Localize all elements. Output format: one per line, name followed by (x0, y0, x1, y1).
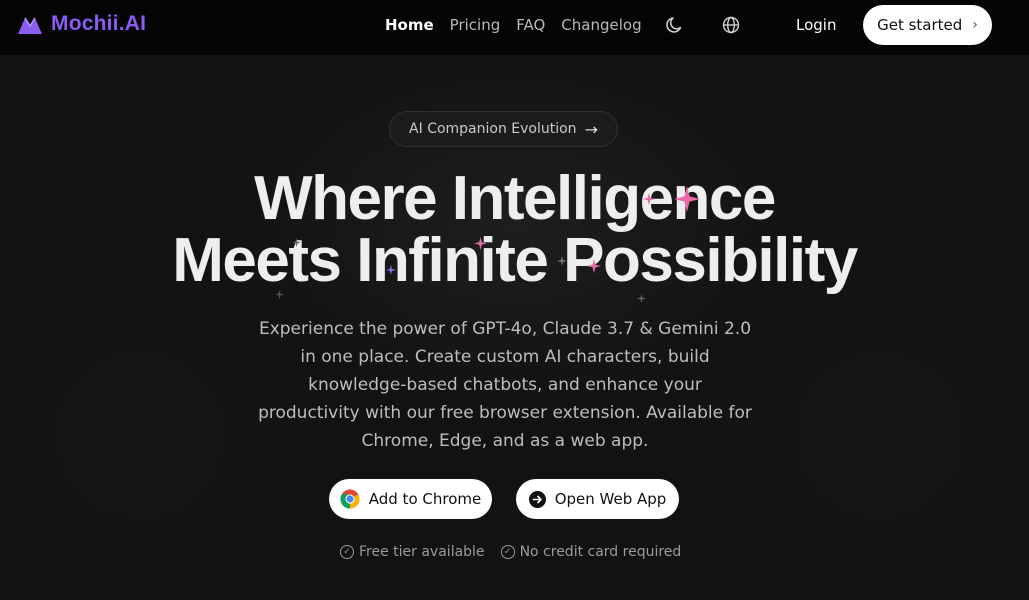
nav-changelog[interactable]: Changelog (561, 16, 641, 34)
sparkle-icon (386, 265, 396, 275)
open-web-app-label: Open Web App (554, 490, 667, 508)
nav-faq[interactable]: FAQ (516, 16, 545, 34)
get-started-button[interactable]: Get started › (863, 5, 992, 45)
get-started-label: Get started (877, 16, 963, 34)
add-to-chrome-label: Add to Chrome (368, 490, 482, 508)
chrome-icon (340, 489, 360, 509)
main-nav: Home Pricing FAQ Changelog (385, 16, 658, 34)
sparkle-icon (275, 290, 284, 299)
moon-icon[interactable] (665, 15, 685, 35)
hero-description: Experience the power of GPT-4o, Claude 3… (258, 319, 752, 451)
headline-line-2: Meets Infinite Possibility (172, 226, 858, 295)
top-navigation-bar: Mochii.AI Home Pricing FAQ Changelog Log… (0, 0, 1029, 55)
nav-home[interactable]: Home (385, 16, 434, 34)
feature-list: ✓ Free tier available ✓ No credit card r… (340, 544, 697, 560)
sparkle-icon (643, 193, 655, 205)
chevron-right-icon: › (972, 17, 978, 33)
nav-pricing[interactable]: Pricing (450, 16, 501, 34)
globe-icon[interactable] (721, 15, 741, 35)
hero-headline: Where Intelligence Meets Infinite Possib… (0, 168, 1029, 292)
arrow-right-icon: → (584, 119, 598, 139)
feature-item: ✓ Free tier available (340, 544, 485, 560)
headline-line-1: Where Intelligence (254, 164, 776, 233)
arrow-circle-icon (528, 490, 546, 508)
open-web-app-button[interactable]: Open Web App (516, 479, 679, 519)
sparkle-icon (674, 186, 700, 212)
login-link[interactable]: Login (796, 16, 836, 34)
logo[interactable]: Mochii.AI (16, 12, 146, 36)
logo-text: Mochii.AI (51, 12, 147, 35)
announcement-pill-label: AI Companion Evolution (409, 121, 577, 137)
feature-label: Free tier available (359, 544, 485, 560)
feature-label: No credit card required (519, 544, 682, 560)
sparkle-icon (474, 237, 487, 250)
add-to-chrome-button[interactable]: Add to Chrome (329, 479, 492, 519)
sparkle-icon (587, 259, 601, 273)
sparkle-icon (637, 294, 646, 303)
sparkle-icon (292, 238, 301, 247)
mochii-logo-icon (18, 17, 42, 34)
sparkle-icon (557, 256, 567, 266)
announcement-pill[interactable]: AI Companion Evolution → (389, 111, 618, 147)
check-circle-icon: ✓ (340, 545, 354, 559)
feature-item: ✓ No credit card required (500, 544, 682, 560)
check-circle-icon: ✓ (500, 545, 515, 559)
